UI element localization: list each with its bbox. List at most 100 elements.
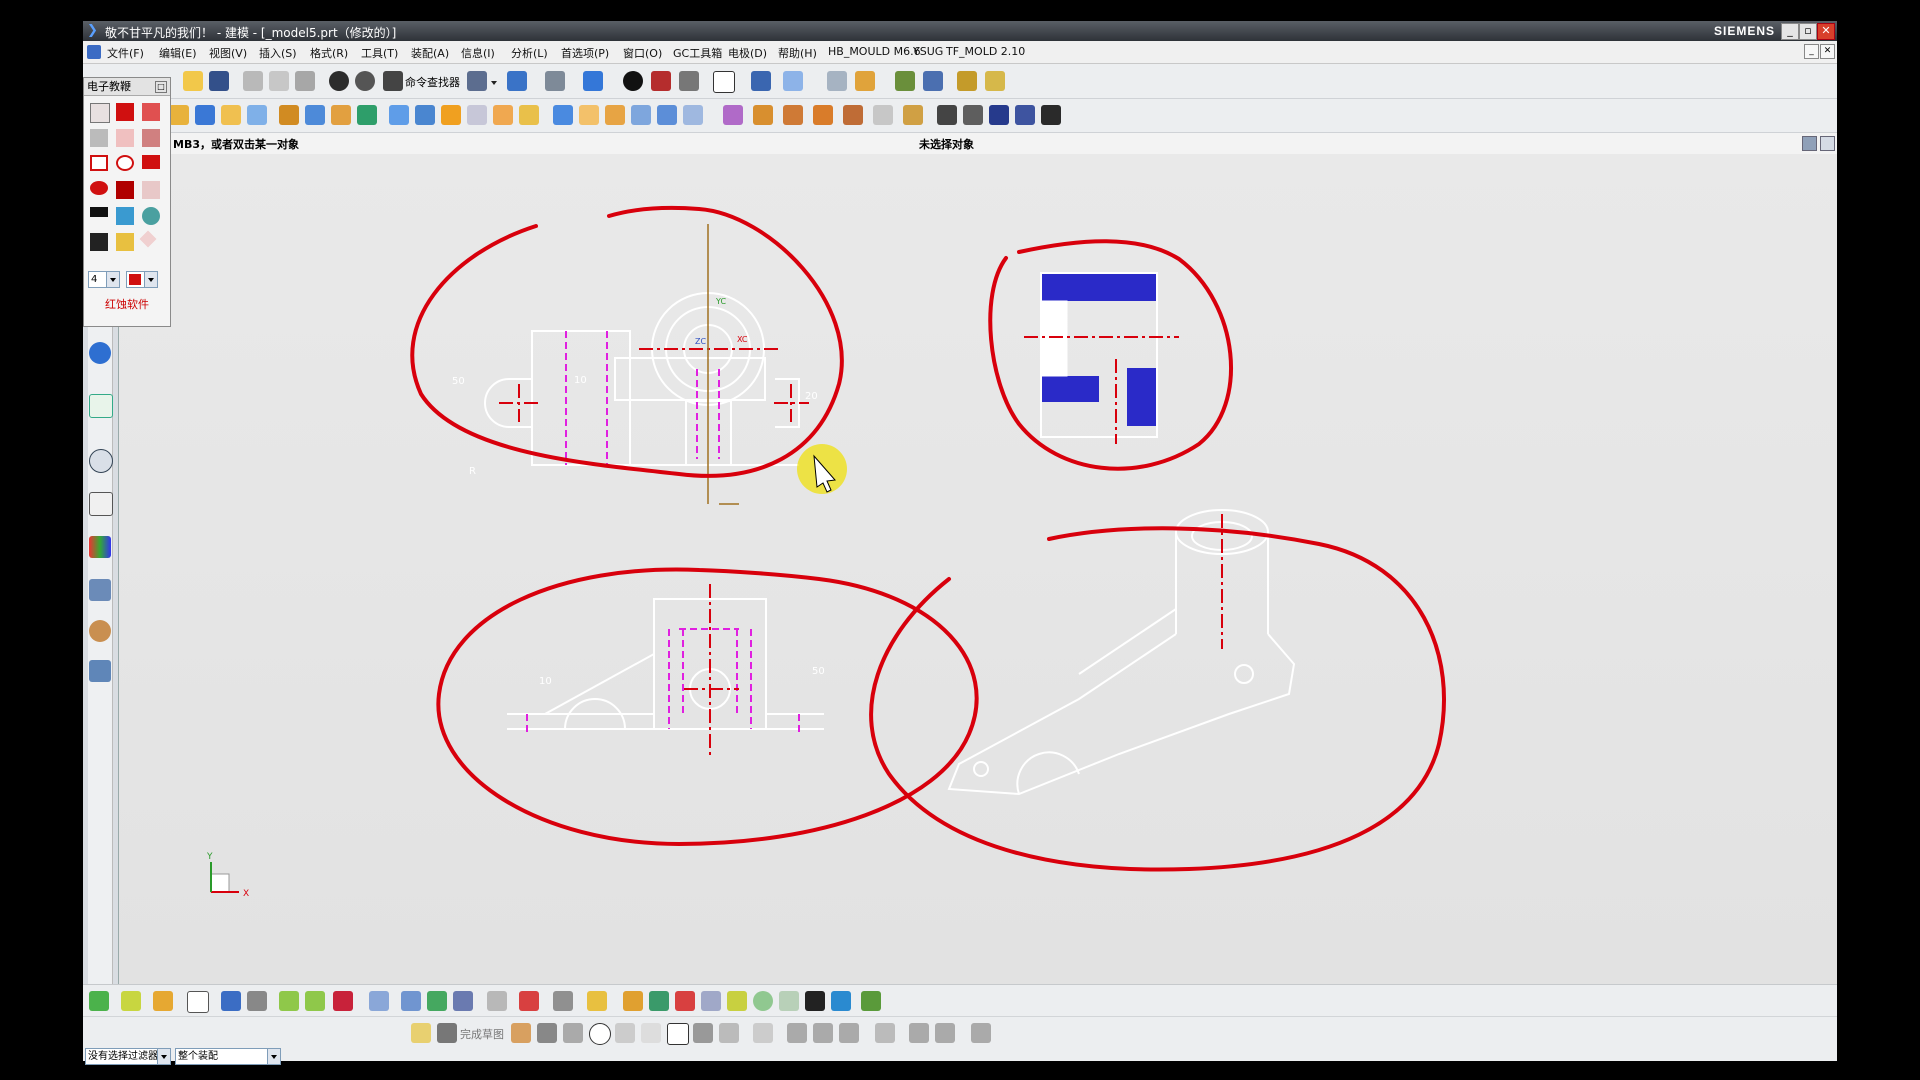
sketch-icon[interactable]: [169, 105, 189, 125]
offset-curve-icon[interactable]: [935, 1023, 955, 1043]
layer-icon[interactable]: [827, 71, 847, 91]
chamfer-sketch-icon[interactable]: [641, 1023, 661, 1043]
body-icon[interactable]: [333, 991, 353, 1011]
finish-sketch-flag-icon[interactable]: [411, 1023, 431, 1043]
background-icon[interactable]: [679, 71, 699, 91]
unite-icon[interactable]: [389, 105, 409, 125]
cut-icon[interactable]: [243, 71, 263, 91]
pattern-icon[interactable]: [605, 105, 625, 125]
dimension-icon[interactable]: [153, 991, 173, 1011]
tools-icon[interactable]: [247, 991, 267, 1011]
circle-icon[interactable]: [589, 1023, 611, 1045]
subtract-icon[interactable]: [415, 105, 435, 125]
sphere-icon[interactable]: [753, 991, 773, 1011]
undo-icon[interactable]: [329, 71, 349, 91]
bracket-icon[interactable]: [453, 991, 473, 1011]
paste-icon[interactable]: [295, 71, 315, 91]
fit-view-icon[interactable]: [507, 71, 527, 91]
screenshot-icon[interactable]: [116, 207, 134, 225]
hole-icon[interactable]: [247, 105, 267, 125]
view-layout-icon[interactable]: [221, 991, 241, 1011]
blank-sheet-icon[interactable]: [187, 991, 209, 1013]
trim-icon[interactable]: [787, 1023, 807, 1043]
system-scene-icon[interactable]: [89, 660, 111, 682]
menu-hb-mould[interactable]: HB_MOULD M6.6: [828, 45, 921, 58]
close-button[interactable]: ✕: [1817, 23, 1835, 40]
eraser-icon[interactable]: [90, 103, 110, 123]
mirror-icon[interactable]: [631, 105, 651, 125]
menu-edit[interactable]: 编辑(E): [159, 45, 197, 61]
menu-help[interactable]: 帮助(H): [778, 45, 817, 61]
selection-filter-icon[interactable]: [467, 71, 487, 91]
rectangle-icon[interactable]: [667, 1023, 689, 1045]
draft-icon[interactable]: [579, 105, 599, 125]
menu-file[interactable]: 文件(F): [107, 45, 144, 61]
point-icon[interactable]: [719, 1023, 739, 1043]
highlight-icon[interactable]: [727, 991, 747, 1011]
offset-region-icon[interactable]: [903, 105, 923, 125]
text-tool-icon[interactable]: [116, 181, 134, 199]
grid-icon[interactable]: [487, 991, 507, 1011]
move-face-icon[interactable]: [753, 105, 773, 125]
diamond-icon[interactable]: [139, 230, 157, 248]
block-icon[interactable]: [305, 105, 325, 125]
polygon-tool-icon[interactable]: [753, 1023, 773, 1043]
pattern-grid-icon[interactable]: [779, 991, 799, 1011]
measure-green-icon[interactable]: [121, 991, 141, 1011]
surface-icon[interactable]: [1015, 105, 1035, 125]
save-drawing-icon[interactable]: [90, 233, 108, 251]
trim-body-icon[interactable]: [441, 105, 461, 125]
shell-icon[interactable]: [553, 105, 573, 125]
parting-icon[interactable]: [989, 105, 1009, 125]
thin-line-icon[interactable]: [116, 129, 134, 147]
cue-settings-icon[interactable]: [1802, 136, 1817, 151]
cad-drawing-canvas[interactable]: 10 50 20 R 10 10 50 YC XC ZC X Y: [119, 154, 1837, 984]
black-board-icon[interactable]: [90, 207, 108, 217]
wcs-icon[interactable]: [751, 71, 771, 91]
open-folder-icon[interactable]: [183, 71, 203, 91]
chevron-down-icon[interactable]: [267, 1049, 280, 1064]
minimize-button[interactable]: _: [1781, 23, 1799, 40]
sheet-icon[interactable]: [401, 991, 421, 1011]
roles-icon[interactable]: [89, 620, 111, 642]
measure-icon[interactable]: [895, 71, 915, 91]
thicken-icon[interactable]: [683, 105, 703, 125]
polygon-icon[interactable]: [693, 1023, 713, 1043]
render-style-icon[interactable]: [623, 71, 643, 91]
maximize-button[interactable]: ▫: [1799, 23, 1817, 40]
move-object-icon[interactable]: [855, 71, 875, 91]
sketch-grid-icon[interactable]: [437, 1023, 457, 1043]
monitor-icon[interactable]: [831, 991, 851, 1011]
zoom-icon[interactable]: [545, 71, 565, 91]
corner-icon[interactable]: [839, 1023, 859, 1043]
fillet-icon[interactable]: [615, 1023, 635, 1043]
table-icon[interactable]: [553, 991, 573, 1011]
menu-tf-mold[interactable]: TF_MOLD 2.10: [946, 45, 1025, 58]
menu-insert[interactable]: 插入(S): [259, 45, 297, 61]
filled-ellipse-icon[interactable]: [90, 181, 108, 195]
magnifier-icon[interactable]: [142, 207, 160, 225]
cue-fullscreen-icon[interactable]: [1820, 136, 1835, 151]
doc-close-button[interactable]: ✕: [1820, 44, 1835, 59]
menu-tools[interactable]: 工具(T): [361, 45, 398, 61]
copy-icon[interactable]: [269, 71, 289, 91]
command-finder-label[interactable]: 命令查找器: [405, 74, 460, 90]
finish-sketch-label[interactable]: 完成草图: [460, 1026, 504, 1042]
history-icon[interactable]: [89, 449, 113, 473]
edge-blend-icon[interactable]: [493, 105, 513, 125]
reuse-library-icon[interactable]: [89, 492, 113, 516]
palette-icon[interactable]: [89, 536, 111, 558]
delete-face-icon[interactable]: [843, 105, 863, 125]
boss-icon[interactable]: [357, 105, 377, 125]
process-studio-icon[interactable]: [89, 579, 111, 601]
replace-face-icon[interactable]: [813, 105, 833, 125]
chamfer-icon[interactable]: [519, 105, 539, 125]
chevron-down-icon[interactable]: [144, 272, 157, 287]
copy-view-icon[interactable]: [701, 991, 721, 1011]
command-finder-icon[interactable]: [383, 71, 403, 91]
stack-icon[interactable]: [623, 991, 643, 1011]
curve-icon[interactable]: [1041, 105, 1061, 125]
relation-icon[interactable]: [909, 1023, 929, 1043]
back-icon[interactable]: [279, 991, 299, 1011]
panel-pin-button[interactable]: □: [155, 81, 167, 93]
